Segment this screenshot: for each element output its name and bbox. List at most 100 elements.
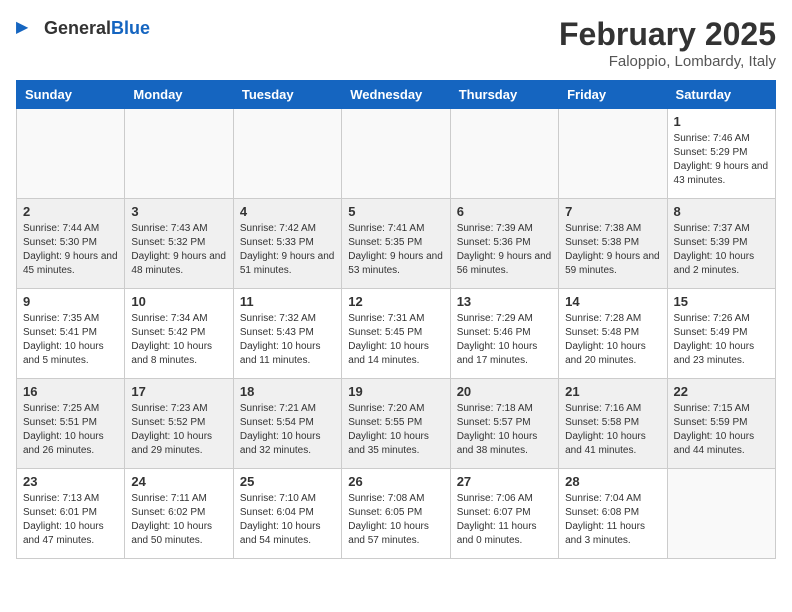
day-number: 11	[240, 294, 335, 309]
day-number: 1	[674, 114, 769, 129]
calendar-cell: 23 Sunrise: 7:13 AM Sunset: 6:01 PM Dayli…	[17, 469, 125, 559]
day-number: 26	[348, 474, 443, 489]
logo: ▶ GeneralBlue	[16, 16, 150, 40]
day-info: Sunrise: 7:37 AM Sunset: 5:39 PM Dayligh…	[674, 222, 769, 278]
day-info: Sunrise: 7:31 AM Sunset: 5:45 PM Dayligh…	[348, 312, 443, 368]
day-number: 6	[457, 204, 552, 219]
logo-general: General	[44, 18, 111, 38]
day-info: Sunrise: 7:13 AM Sunset: 6:01 PM Dayligh…	[23, 492, 118, 548]
calendar-cell: 6 Sunrise: 7:39 AM Sunset: 5:36 PM Daylig…	[450, 199, 558, 289]
calendar-cell	[559, 109, 667, 199]
day-info: Sunrise: 7:10 AM Sunset: 6:04 PM Dayligh…	[240, 492, 335, 548]
calendar-cell: 9 Sunrise: 7:35 AM Sunset: 5:41 PM Daylig…	[17, 289, 125, 379]
day-info: Sunrise: 7:39 AM Sunset: 5:36 PM Dayligh…	[457, 222, 552, 278]
day-number: 7	[565, 204, 660, 219]
day-info: Sunrise: 7:46 AM Sunset: 5:29 PM Dayligh…	[674, 132, 769, 188]
week-row-0: 1 Sunrise: 7:46 AM Sunset: 5:29 PM Daylig…	[17, 109, 776, 199]
day-number: 3	[131, 204, 226, 219]
calendar-cell: 17 Sunrise: 7:23 AM Sunset: 5:52 PM Dayli…	[125, 379, 233, 469]
calendar-cell	[233, 109, 341, 199]
day-info: Sunrise: 7:20 AM Sunset: 5:55 PM Dayligh…	[348, 402, 443, 458]
day-number: 8	[674, 204, 769, 219]
weekday-header-saturday: Saturday	[667, 81, 775, 109]
day-number: 14	[565, 294, 660, 309]
calendar-cell: 25 Sunrise: 7:10 AM Sunset: 6:04 PM Dayli…	[233, 469, 341, 559]
svg-text:▶: ▶	[16, 19, 29, 36]
day-number: 19	[348, 384, 443, 399]
day-info: Sunrise: 7:08 AM Sunset: 6:05 PM Dayligh…	[348, 492, 443, 548]
day-number: 13	[457, 294, 552, 309]
day-info: Sunrise: 7:41 AM Sunset: 5:35 PM Dayligh…	[348, 222, 443, 278]
day-info: Sunrise: 7:18 AM Sunset: 5:57 PM Dayligh…	[457, 402, 552, 458]
day-number: 21	[565, 384, 660, 399]
calendar-cell: 14 Sunrise: 7:28 AM Sunset: 5:48 PM Dayli…	[559, 289, 667, 379]
month-title: February 2025	[559, 16, 776, 53]
weekday-header-tuesday: Tuesday	[233, 81, 341, 109]
calendar-cell: 8 Sunrise: 7:37 AM Sunset: 5:39 PM Daylig…	[667, 199, 775, 289]
day-number: 24	[131, 474, 226, 489]
day-number: 9	[23, 294, 118, 309]
week-row-4: 23 Sunrise: 7:13 AM Sunset: 6:01 PM Dayli…	[17, 469, 776, 559]
calendar-cell	[125, 109, 233, 199]
calendar-cell: 24Sunrise: 7:11 AM Sunset: 6:02 PM Dayli…	[125, 469, 233, 559]
weekday-header-wednesday: Wednesday	[342, 81, 450, 109]
calendar-cell: 12 Sunrise: 7:31 AM Sunset: 5:45 PM Dayli…	[342, 289, 450, 379]
calendar-cell: 1 Sunrise: 7:46 AM Sunset: 5:29 PM Daylig…	[667, 109, 775, 199]
calendar-cell: 27Sunrise: 7:06 AM Sunset: 6:07 PM Dayli…	[450, 469, 558, 559]
day-number: 25	[240, 474, 335, 489]
calendar-cell: 11 Sunrise: 7:32 AM Sunset: 5:43 PM Dayli…	[233, 289, 341, 379]
calendar-cell: 20 Sunrise: 7:18 AM Sunset: 5:57 PM Dayli…	[450, 379, 558, 469]
calendar-cell	[17, 109, 125, 199]
day-number: 17	[131, 384, 226, 399]
calendar-cell: 26 Sunrise: 7:08 AM Sunset: 6:05 PM Dayli…	[342, 469, 450, 559]
weekday-header-monday: Monday	[125, 81, 233, 109]
day-number: 27	[457, 474, 552, 489]
day-number: 18	[240, 384, 335, 399]
day-info: Sunrise: 7:15 AM Sunset: 5:59 PM Dayligh…	[674, 402, 769, 458]
day-info: Sunrise: 7:42 AM Sunset: 5:33 PM Dayligh…	[240, 222, 335, 278]
logo-blue: Blue	[111, 18, 150, 38]
day-info: Sunrise: 7:44 AM Sunset: 5:30 PM Dayligh…	[23, 222, 118, 278]
day-number: 5	[348, 204, 443, 219]
calendar-cell: 22Sunrise: 7:15 AM Sunset: 5:59 PM Dayli…	[667, 379, 775, 469]
weekday-header-row: SundayMondayTuesdayWednesdayThursdayFrid…	[17, 81, 776, 109]
day-number: 12	[348, 294, 443, 309]
week-row-3: 16 Sunrise: 7:25 AM Sunset: 5:51 PM Dayli…	[17, 379, 776, 469]
day-info: Sunrise: 7:23 AM Sunset: 5:52 PM Dayligh…	[131, 402, 226, 458]
calendar-cell: 21 Sunrise: 7:16 AM Sunset: 5:58 PM Dayli…	[559, 379, 667, 469]
day-info: Sunrise: 7:35 AM Sunset: 5:41 PM Dayligh…	[23, 312, 118, 368]
calendar-cell: 7 Sunrise: 7:38 AM Sunset: 5:38 PM Daylig…	[559, 199, 667, 289]
day-info: Sunrise: 7:28 AM Sunset: 5:48 PM Dayligh…	[565, 312, 660, 368]
calendar-cell: 3 Sunrise: 7:43 AM Sunset: 5:32 PM Daylig…	[125, 199, 233, 289]
day-info: Sunrise: 7:25 AM Sunset: 5:51 PM Dayligh…	[23, 402, 118, 458]
title-area: February 2025 Faloppio, Lombardy, Italy	[559, 16, 776, 70]
day-number: 10	[131, 294, 226, 309]
calendar-cell: 16 Sunrise: 7:25 AM Sunset: 5:51 PM Dayli…	[17, 379, 125, 469]
calendar-cell: 18Sunrise: 7:21 AM Sunset: 5:54 PM Dayli…	[233, 379, 341, 469]
day-info: Sunrise: 7:04 AM Sunset: 6:08 PM Dayligh…	[565, 492, 660, 548]
week-row-1: 2 Sunrise: 7:44 AM Sunset: 5:30 PM Daylig…	[17, 199, 776, 289]
calendar-cell: 13 Sunrise: 7:29 AM Sunset: 5:46 PM Dayli…	[450, 289, 558, 379]
day-number: 28	[565, 474, 660, 489]
day-number: 20	[457, 384, 552, 399]
day-number: 23	[23, 474, 118, 489]
calendar-cell: 5 Sunrise: 7:41 AM Sunset: 5:35 PM Daylig…	[342, 199, 450, 289]
weekday-header-thursday: Thursday	[450, 81, 558, 109]
location-title: Faloppio, Lombardy, Italy	[559, 53, 776, 70]
day-info: Sunrise: 7:26 AM Sunset: 5:49 PM Dayligh…	[674, 312, 769, 368]
day-number: 2	[23, 204, 118, 219]
day-info: Sunrise: 7:43 AM Sunset: 5:32 PM Dayligh…	[131, 222, 226, 278]
calendar-cell: 4Sunrise: 7:42 AM Sunset: 5:33 PM Daylig…	[233, 199, 341, 289]
day-info: Sunrise: 7:16 AM Sunset: 5:58 PM Dayligh…	[565, 402, 660, 458]
calendar: SundayMondayTuesdayWednesdayThursdayFrid…	[16, 80, 776, 559]
calendar-cell: 10Sunrise: 7:34 AM Sunset: 5:42 PM Dayli…	[125, 289, 233, 379]
page-header: ▶ GeneralBlue February 2025 Faloppio, Lo…	[16, 16, 776, 70]
calendar-cell: 15 Sunrise: 7:26 AM Sunset: 5:49 PM Dayli…	[667, 289, 775, 379]
day-info: Sunrise: 7:32 AM Sunset: 5:43 PM Dayligh…	[240, 312, 335, 368]
day-number: 15	[674, 294, 769, 309]
calendar-cell: 19 Sunrise: 7:20 AM Sunset: 5:55 PM Dayli…	[342, 379, 450, 469]
day-number: 16	[23, 384, 118, 399]
day-info: Sunrise: 7:29 AM Sunset: 5:46 PM Dayligh…	[457, 312, 552, 368]
day-info: Sunrise: 7:38 AM Sunset: 5:38 PM Dayligh…	[565, 222, 660, 278]
logo-wordmark: GeneralBlue	[44, 18, 150, 39]
